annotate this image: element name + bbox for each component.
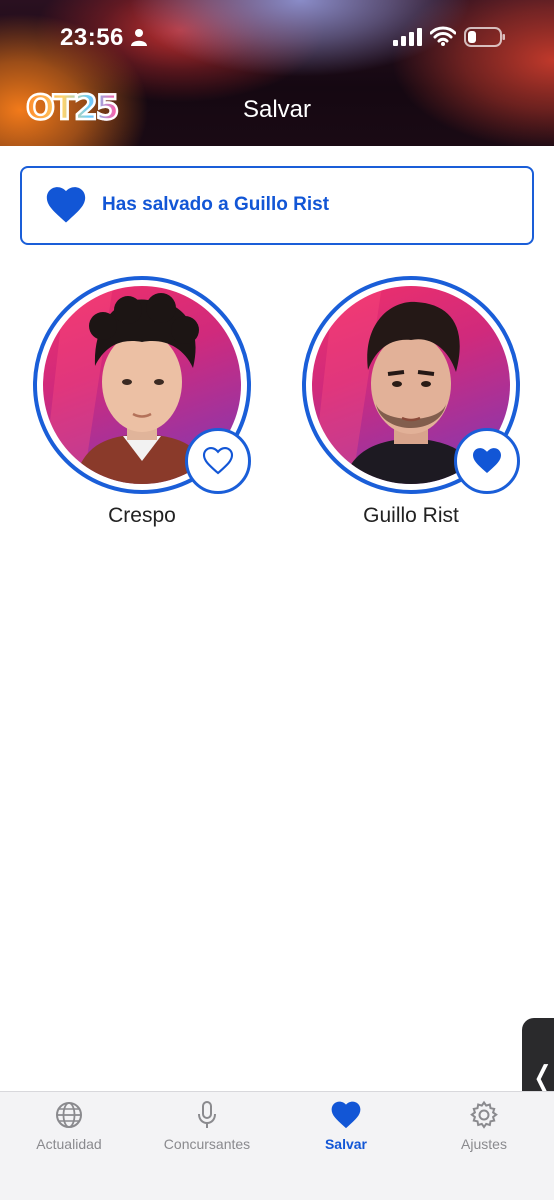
heart-icon: [331, 1101, 361, 1129]
heart-outline-icon: [202, 446, 234, 475]
signal-icon: [393, 28, 422, 46]
contestant-name: Crespo: [108, 504, 176, 527]
page-title: Salvar: [242, 96, 312, 123]
banner-message: Has salvado a Guillo Rist: [102, 194, 330, 215]
microphone-icon: [198, 1101, 216, 1128]
status-bar: 23:56: [0, 0, 554, 72]
heart-filled-icon: [473, 448, 501, 473]
heart-filled-icon: [46, 187, 86, 223]
globe-icon: [56, 1102, 82, 1128]
tab-label: Concursantes: [163, 1136, 251, 1152]
chevron-left-icon: ❬: [530, 1060, 554, 1095]
saved-confirmation-banner: Has salvado a Guillo Rist: [20, 166, 534, 245]
status-time: 23:56: [60, 24, 124, 51]
tab-actualidad[interactable]: Actualidad: [0, 1100, 138, 1152]
person-icon: [131, 29, 147, 46]
contestant-name: Guillo Rist: [363, 504, 459, 527]
tab-label: Actualidad: [36, 1136, 102, 1152]
tab-label: Salvar: [324, 1136, 368, 1152]
wifi-icon: [430, 26, 456, 46]
save-toggle-button[interactable]: [454, 428, 520, 494]
tab-salvar[interactable]: Salvar: [277, 1100, 415, 1152]
tab-ajustes[interactable]: Ajustes: [415, 1100, 553, 1152]
tab-concursantes[interactable]: Concursantes: [138, 1100, 276, 1152]
tab-label: Ajustes: [461, 1136, 507, 1152]
bottom-tab-bar: Actualidad Concursantes Salvar Ajustes: [0, 1091, 554, 1200]
gear-icon: [470, 1100, 498, 1129]
app-header: 23:56 OT25 Salvar: [0, 0, 554, 146]
battery-icon: [464, 27, 505, 47]
save-toggle-button[interactable]: [185, 428, 251, 494]
